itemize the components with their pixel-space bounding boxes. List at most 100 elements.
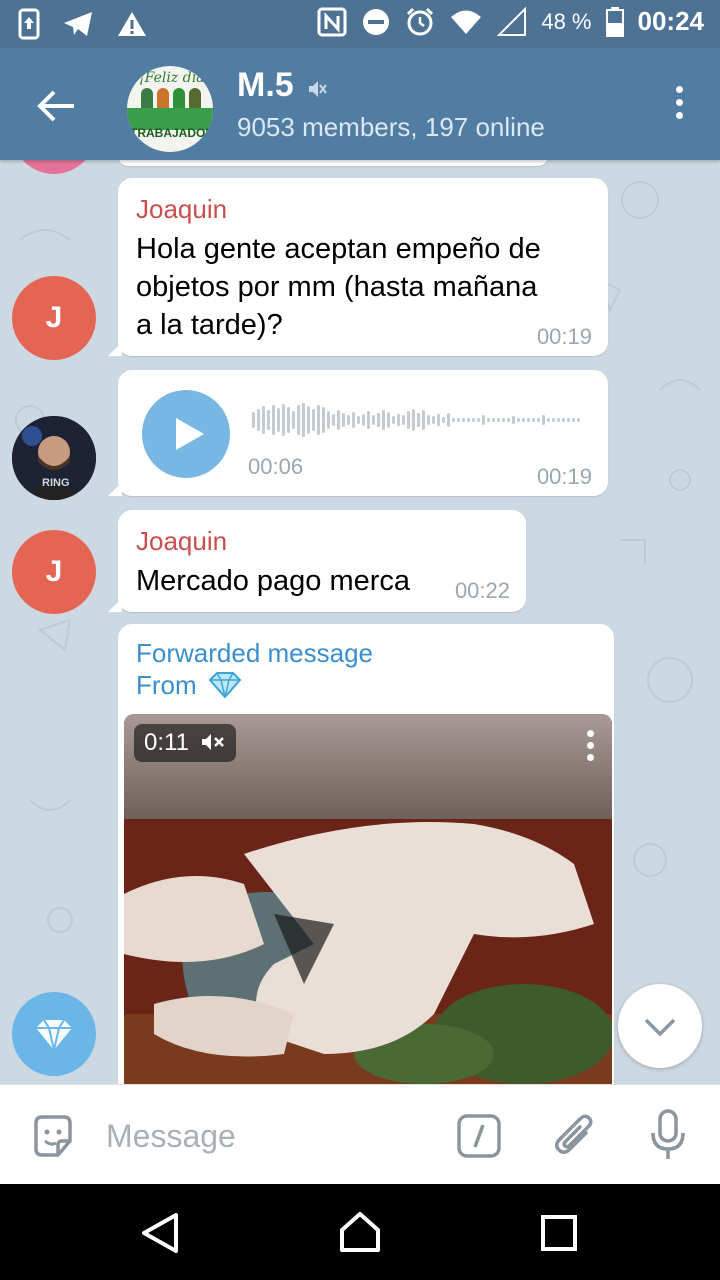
waveform-bar xyxy=(432,416,435,424)
avatar-subcaption: TRABAJADOR xyxy=(130,126,213,140)
sender-avatar[interactable]: J xyxy=(12,276,96,360)
waveform-bar xyxy=(467,418,470,422)
profile-photo: RING xyxy=(12,416,96,500)
waveform-bar xyxy=(562,418,565,422)
waveform-bar xyxy=(337,410,340,430)
sender-name[interactable]: Joaquin xyxy=(136,526,227,557)
sender-avatar[interactable]: RING xyxy=(12,416,96,500)
waveform-bar xyxy=(412,409,415,431)
group-avatar[interactable]: ¡Feliz día! TRABAJADOR xyxy=(127,66,213,152)
waveform-bar xyxy=(332,414,335,426)
waveform-bar xyxy=(482,415,485,425)
sticker-emoji-icon[interactable] xyxy=(30,1113,76,1159)
battery-percent: 48 % xyxy=(541,8,592,34)
chat-title[interactable]: M.5 xyxy=(237,66,294,105)
waveform-bar xyxy=(552,418,555,422)
waveform-bar xyxy=(252,412,255,428)
waveform-bar xyxy=(352,412,355,428)
more-menu-icon[interactable] xyxy=(674,86,684,122)
waveform-bar xyxy=(287,407,290,433)
share-button[interactable] xyxy=(12,992,96,1076)
previous-message xyxy=(118,160,548,166)
play-button[interactable] xyxy=(142,390,230,478)
message-time: 00:22 xyxy=(454,578,510,603)
signal-icon xyxy=(497,6,527,36)
waveform-bar xyxy=(422,410,425,430)
waveform-bar xyxy=(357,416,360,424)
nav-back-icon[interactable] xyxy=(140,1212,180,1254)
forwarded-message-bubble[interactable]: Forwarded message From 0:11 xyxy=(118,624,614,1084)
waveform-bar xyxy=(277,408,280,432)
waveform-bar xyxy=(297,405,300,435)
waveform-bar xyxy=(557,418,560,422)
forwarded-from[interactable]: From xyxy=(136,670,242,701)
waveform-bar xyxy=(472,418,475,422)
message-bubble[interactable]: Joaquin Mercado pago merca 00:22 xyxy=(108,510,526,612)
waveform-bar xyxy=(312,409,315,431)
waveform-bar xyxy=(347,415,350,425)
waveform-bar xyxy=(262,406,265,434)
bot-command-icon[interactable] xyxy=(456,1113,502,1159)
waveform-bar xyxy=(442,417,445,423)
waveform-bar xyxy=(457,418,460,422)
waveform-bar xyxy=(362,414,365,426)
video-frame xyxy=(124,714,612,1084)
voice-duration: 00:06 xyxy=(248,454,304,479)
diamond-icon xyxy=(36,1019,72,1051)
waveform-bar xyxy=(267,410,270,430)
message-time: 00:19 xyxy=(536,464,592,489)
voice-waveform[interactable] xyxy=(252,402,582,438)
waveform-bar xyxy=(502,418,505,422)
waveform-bar xyxy=(317,405,320,435)
muted-icon xyxy=(309,81,327,97)
waveform-bar xyxy=(377,413,380,427)
waveform-bar xyxy=(487,418,490,422)
back-arrow-icon[interactable] xyxy=(34,84,78,128)
nav-recent-apps-icon[interactable] xyxy=(540,1214,578,1252)
waveform-bar xyxy=(512,416,515,424)
message-bubble[interactable]: Joaquin Hola gente aceptan empeño de obj… xyxy=(108,178,608,356)
waveform-bar xyxy=(522,418,525,422)
svg-text:RING: RING xyxy=(42,477,70,489)
message-list[interactable]: J Joaquin Hola gente aceptan empeño de o… xyxy=(0,160,720,1084)
voice-message-bubble[interactable]: 00:06 00:19 xyxy=(108,370,608,496)
muted-volume-icon[interactable] xyxy=(200,732,226,752)
message-text: Mercado pago merca xyxy=(136,565,411,597)
chevron-down-icon xyxy=(644,1018,676,1037)
video-player[interactable]: 0:11 xyxy=(124,714,612,1084)
waveform-bar xyxy=(572,418,575,422)
attach-icon[interactable] xyxy=(552,1111,598,1161)
sender-avatar[interactable]: J xyxy=(12,530,96,614)
waveform-bar xyxy=(367,411,370,429)
play-icon xyxy=(176,418,204,450)
video-duration-badge: 0:11 xyxy=(134,724,236,762)
battery-icon xyxy=(605,6,624,37)
waveform-bar xyxy=(542,415,545,425)
waveform-bar xyxy=(402,415,405,425)
sender-name[interactable]: Joaquin xyxy=(136,194,227,225)
waveform-bar xyxy=(342,413,345,427)
alarm-icon xyxy=(407,7,434,35)
chat-subtitle: 9053 members, 197 online xyxy=(237,112,545,142)
waveform-bar xyxy=(282,404,285,436)
message-composer xyxy=(0,1084,720,1185)
nav-home-icon[interactable] xyxy=(338,1210,382,1254)
avatar-caption: ¡Feliz día! xyxy=(139,70,211,86)
video-menu-icon[interactable] xyxy=(586,730,594,766)
forwarded-label: Forwarded message xyxy=(136,638,373,668)
diamond-icon xyxy=(208,672,242,699)
waveform-bar xyxy=(407,411,410,429)
microphone-icon[interactable] xyxy=(650,1109,686,1161)
warning-icon xyxy=(118,12,146,36)
waveform-bar xyxy=(387,412,390,428)
waveform-bar xyxy=(397,414,400,426)
waveform-bar xyxy=(382,410,385,430)
waveform-bar xyxy=(447,413,450,427)
message-input[interactable] xyxy=(104,1111,438,1161)
do-not-disturb-icon xyxy=(363,8,390,35)
waveform-bar xyxy=(417,413,420,427)
scroll-down-button[interactable] xyxy=(618,984,702,1068)
status-bar: 48 % 00:24 xyxy=(0,0,720,48)
waveform-bar xyxy=(257,409,260,431)
waveform-bar xyxy=(437,414,440,426)
